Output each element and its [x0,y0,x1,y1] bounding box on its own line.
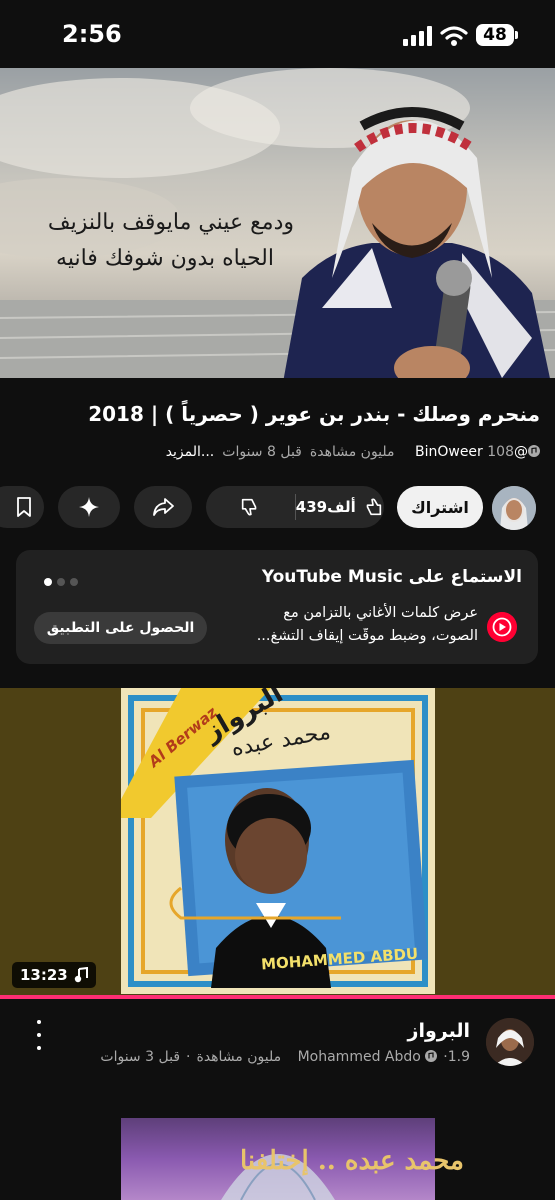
duration-text: 13:23 [20,966,68,984]
like-button[interactable]: 439ألف [296,496,385,518]
thumbs-up-icon [366,498,381,516]
channel-handle[interactable]: @BinOweer [407,444,540,460]
channel-avatar-2[interactable] [486,1018,534,1066]
lyric-line-1: ودمع عيني مايوقف بالنزيف [47,210,294,235]
cellular-signal-icon [403,26,432,46]
thumbs-down-icon [242,498,257,516]
carousel-dots [44,571,83,590]
video-title[interactable]: منحرم وصلك - بندر بن عوير ( حصرياً ) | 2… [20,402,540,426]
upload-age: قبل 8 سنوات [222,444,302,460]
watch-progress-bar [0,995,555,999]
share-button[interactable] [134,486,192,528]
verified-music-icon [528,445,540,457]
lyric-line-2: الحياه بدون شوفك فانيه [56,246,274,271]
status-time: 2:56 [62,20,122,48]
video-title-2[interactable]: البرواز [60,1020,470,1042]
status-bar: 2:56 48 [0,0,555,68]
avatar-image [492,486,536,530]
video-meta-2: Mohammed Abdo ·1.9 مليون مشاهدة·قبل 3 سن… [100,1049,470,1065]
singer-figure [283,107,550,378]
more-link[interactable]: ...المزيد [166,444,215,460]
music-note-icon [74,967,88,983]
dislike-button[interactable] [206,496,295,518]
like-dislike-pill: 439ألف [206,486,384,528]
upload-age-2: قبل 3 سنوات [100,1049,181,1065]
duration-badge: 13:23 [12,962,96,988]
carousel-dot-active [44,578,52,586]
album-cover: Al Berwaz البرواز محمد عبده MOHAMMED ABD… [121,688,435,994]
more-options-icon[interactable] [30,1020,48,1050]
video-meta[interactable]: @BinOweer 108 مليون مشاهدةقبل 8 سنوات...… [20,444,540,460]
carousel-dot [57,578,65,586]
channel-avatar[interactable] [492,486,536,530]
music-card-description-2: الصوت، وضبط موقّت إيقاف التشغ... [256,628,478,644]
subscribe-button[interactable]: اشتراك [397,486,483,528]
thumbnail-text-3: محمد عبده .. إختلفنا [240,1146,464,1176]
ask-ai-button[interactable] [58,486,120,528]
sparkle-icon [79,497,99,517]
bookmark-icon [17,497,31,517]
music-card-heading: الاستماع على YouTube Music [261,567,522,587]
verified-music-icon [425,1050,438,1062]
channel-name-2[interactable]: Mohammed Abdo [292,1049,438,1065]
save-button[interactable] [0,486,44,528]
wifi-icon [440,26,468,46]
battery-indicator: 48 [476,24,514,46]
get-app-button[interactable]: الحصول على التطبيق [34,612,207,644]
like-count: 439ألف [295,498,356,516]
music-card-description-1: عرض كلمات الأغاني بالتزامن مع [283,605,478,621]
video-player[interactable]: ودمع عيني مايوقف بالنزيف الحياه بدون شوف… [0,68,555,378]
share-icon [153,498,174,516]
carousel-dot [70,578,78,586]
avatar-image [486,1018,534,1066]
youtube-music-icon [487,612,517,642]
battery-tip [515,31,518,39]
